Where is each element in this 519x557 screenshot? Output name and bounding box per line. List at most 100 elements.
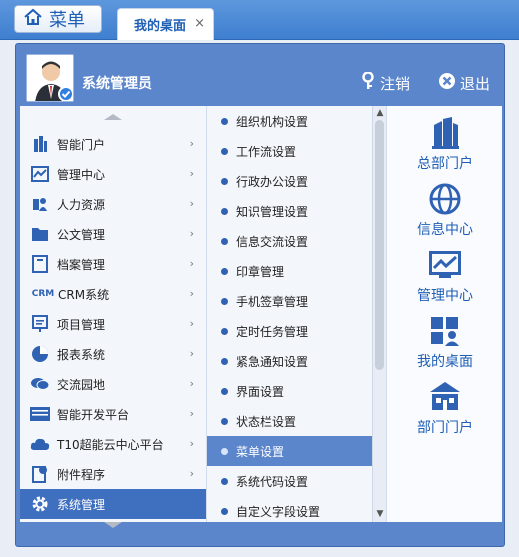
app-label: 我的桌面 [417,354,473,370]
scroll-up-arrow[interactable] [104,114,122,120]
gear-icon [30,494,50,514]
submenu-item[interactable]: 手机签章管理 [207,286,373,316]
submenu-item[interactable]: 紧急通知设置 [207,346,373,376]
app-my-desktop[interactable]: 我的桌面 [387,312,503,376]
app-label: 管理中心 [417,288,473,304]
menu-item-project[interactable]: 项目管理 › [20,309,206,339]
top-bar: 菜单 我的桌面 × [0,0,519,40]
logout-button[interactable]: 注销 [360,71,410,94]
app-management-center[interactable]: 管理中心 [387,246,503,310]
submenu-item-label: 行政办公设置 [236,174,309,189]
menu-item-label: 智能开发平台 [57,407,130,422]
bullet-icon [221,417,228,425]
menu-item-label: 报表系统 [57,347,106,362]
submenu-item-label: 系统代码设置 [236,474,309,489]
menu-item-crm[interactable]: CRM CRM系统 › [20,279,206,309]
menu-button[interactable]: 菜单 [14,5,102,33]
dev-platform-icon [30,404,50,424]
menu-item-dev-platform[interactable]: 智能开发平台 › [20,399,206,429]
tab-my-desktop[interactable]: 我的桌面 × [117,8,214,40]
module-list: 智能门户 › 管理中心 › 人力资源 › 公文管理 › 档案管理 › CRM CRM系统 ›… [20,106,206,528]
menu-item-smart-portal[interactable]: 智能门户 › [20,129,206,159]
menu-item-system-management[interactable]: 系统管理 [20,489,206,519]
menu-item-document[interactable]: 公文管理 › [20,219,206,249]
menu-item-label: T10超能云中心平台 [57,437,164,452]
exit-button[interactable]: 退出 [438,72,490,94]
submenu-item[interactable]: 系统代码设置 [207,466,373,496]
app-headquarters-portal[interactable]: 总部门户 [387,114,503,178]
chevron-right-icon: › [189,317,194,330]
attachment-icon [30,464,50,484]
bullet-icon [221,147,228,155]
chevron-right-icon: › [189,467,194,480]
submenu-item-label: 印章管理 [236,264,285,279]
chevron-right-icon: › [189,257,194,270]
tab-label: 我的桌面 [134,19,187,34]
bullet-icon [221,357,228,365]
key-icon [360,71,376,94]
submenu-item[interactable]: 界面设置 [207,376,373,406]
chevron-right-icon: › [189,137,194,150]
bullet-icon [221,117,228,125]
desktop-grid-icon [428,314,462,348]
app-label: 总部门户 [417,156,473,172]
submenu-item-active[interactable]: 菜单设置 [207,436,373,466]
submenu-item[interactable]: 工作流设置 [207,136,373,166]
bullet-icon [221,477,228,485]
submenu-item[interactable]: 定时任务管理 [207,316,373,346]
popup-header: 系统管理员 注销 退出 [16,44,506,106]
menu-item-label: 档案管理 [57,257,106,272]
bullet-icon [221,327,228,335]
close-icon[interactable]: × [194,16,205,31]
app-info-center[interactable]: 信息中心 [387,180,503,244]
bullet-icon [221,267,228,275]
submenu-scrollbar[interactable]: ▲ ▼ [372,106,386,522]
chart-line-icon [30,164,50,184]
chevron-right-icon: › [189,197,194,210]
app-shortcuts: 总部门户 信息中心 管理中心 我的桌面 部门门户 [386,106,502,522]
menu-item-reports[interactable]: 报表系统 › [20,339,206,369]
bullet-icon [221,297,228,305]
building-icon [30,134,50,154]
menu-item-attachments[interactable]: 附件程序 › [20,459,206,489]
menu-item-hr[interactable]: 人力资源 › [20,189,206,219]
scroll-up-button[interactable]: ▲ [375,108,385,118]
exit-label: 退出 [460,74,491,93]
app-label: 信息中心 [417,222,473,238]
chevron-right-icon: › [189,437,194,450]
submenu-item[interactable]: 行政办公设置 [207,166,373,196]
submenu-list: 组织机构设置 工作流设置 行政办公设置 知识管理设置 信息交流设置 印章管理 手… [206,106,373,522]
menu-item-archive[interactable]: 档案管理 › [20,249,206,279]
chevron-right-icon: › [189,167,194,180]
submenu-item-label: 菜单设置 [236,444,285,459]
menu-item-label: 附件程序 [57,467,106,482]
chevron-right-icon: › [189,227,194,240]
app-department-portal[interactable]: 部门门户 [387,378,503,442]
submenu-item[interactable]: 知识管理设置 [207,196,373,226]
submenu-item[interactable]: 印章管理 [207,256,373,286]
submenu-item-label: 组织机构设置 [236,114,309,129]
submenu-item-label: 信息交流设置 [236,234,309,249]
bullet-icon [221,177,228,185]
submenu-item[interactable]: 状态栏设置 [207,406,373,436]
project-board-icon [30,314,50,334]
bullet-icon [221,387,228,395]
submenu-item-label: 自定义字段设置 [236,504,321,519]
menu-item-management-center[interactable]: 管理中心 › [20,159,206,189]
submenu-item[interactable]: 信息交流设置 [207,226,373,256]
menu-item-community[interactable]: 交流园地 › [20,369,206,399]
exit-icon [438,72,456,94]
submenu-item-label: 状态栏设置 [236,414,297,429]
menu-item-label: 公文管理 [57,227,106,242]
submenu-item[interactable]: 组织机构设置 [207,106,373,136]
scroll-down-arrow[interactable] [104,522,122,528]
bullet-icon [221,447,228,455]
cloud-icon [30,434,50,454]
pie-chart-icon [30,344,50,364]
submenu-item[interactable]: 自定义字段设置 [207,496,373,526]
scroll-down-button[interactable]: ▼ [375,509,385,519]
department-icon [428,380,462,414]
scrollbar-thumb[interactable] [375,120,384,370]
menu-item-cloud-platform[interactable]: T10超能云中心平台 › [20,429,206,459]
bullet-icon [221,207,228,215]
